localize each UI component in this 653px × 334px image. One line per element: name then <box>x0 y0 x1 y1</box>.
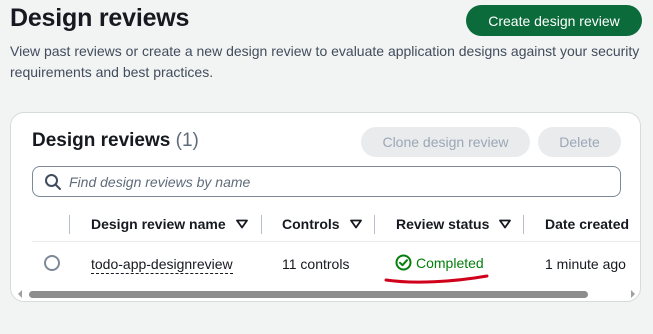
sort-caret-icon[interactable] <box>235 219 248 229</box>
horizontal-scrollbar[interactable] <box>11 287 640 301</box>
search-icon <box>45 173 61 190</box>
table-title-label: Design reviews <box>32 130 171 151</box>
search-input[interactable] <box>69 173 589 190</box>
column-header-name-label: Design review name <box>91 216 226 232</box>
create-design-review-button[interactable]: Create design review <box>466 5 642 36</box>
search-field[interactable] <box>32 166 621 197</box>
column-header-date-label: Date created <box>545 216 630 232</box>
table-row[interactable]: todo-app-designreview 11 controls Comple… <box>32 241 640 285</box>
scroll-left-arrow-icon[interactable] <box>15 289 25 299</box>
page-description: View past reviews or create a new design… <box>10 43 640 80</box>
page-title: Design reviews <box>10 4 190 32</box>
sort-caret-icon[interactable] <box>499 219 512 229</box>
table-count: (1) <box>175 130 199 151</box>
column-header-controls[interactable]: Controls <box>282 210 362 238</box>
row-select-radio[interactable] <box>44 255 60 271</box>
date-created-cell: 1 minute ago <box>545 256 626 272</box>
column-header-controls-label: Controls <box>282 216 340 232</box>
design-review-name-cell: todo-app-designreview <box>91 256 233 274</box>
scroll-right-arrow-icon[interactable] <box>628 289 638 299</box>
design-reviews-table-card: Design reviews (1) Clone design review D… <box>10 112 641 302</box>
column-header-date: Date created <box>545 210 629 238</box>
scrollbar-thumb[interactable] <box>29 291 588 298</box>
delete-button[interactable]: Delete <box>538 127 621 157</box>
column-divider <box>523 215 524 234</box>
table-header: Design review name Controls Review statu… <box>11 210 640 238</box>
column-divider <box>69 215 70 234</box>
column-divider <box>261 215 262 234</box>
column-header-status-label: Review status <box>396 216 490 232</box>
column-header-name[interactable]: Design review name <box>91 210 248 238</box>
controls-cell: 11 controls <box>282 256 350 272</box>
sort-caret-icon[interactable] <box>349 219 362 229</box>
column-divider <box>374 215 375 234</box>
table-title: Design reviews (1) <box>32 130 199 152</box>
clone-design-review-button[interactable]: Clone design review <box>361 127 530 157</box>
red-underline-annotation <box>384 274 489 284</box>
design-review-link[interactable]: todo-app-designreview <box>91 256 233 274</box>
column-header-status[interactable]: Review status <box>396 210 512 238</box>
